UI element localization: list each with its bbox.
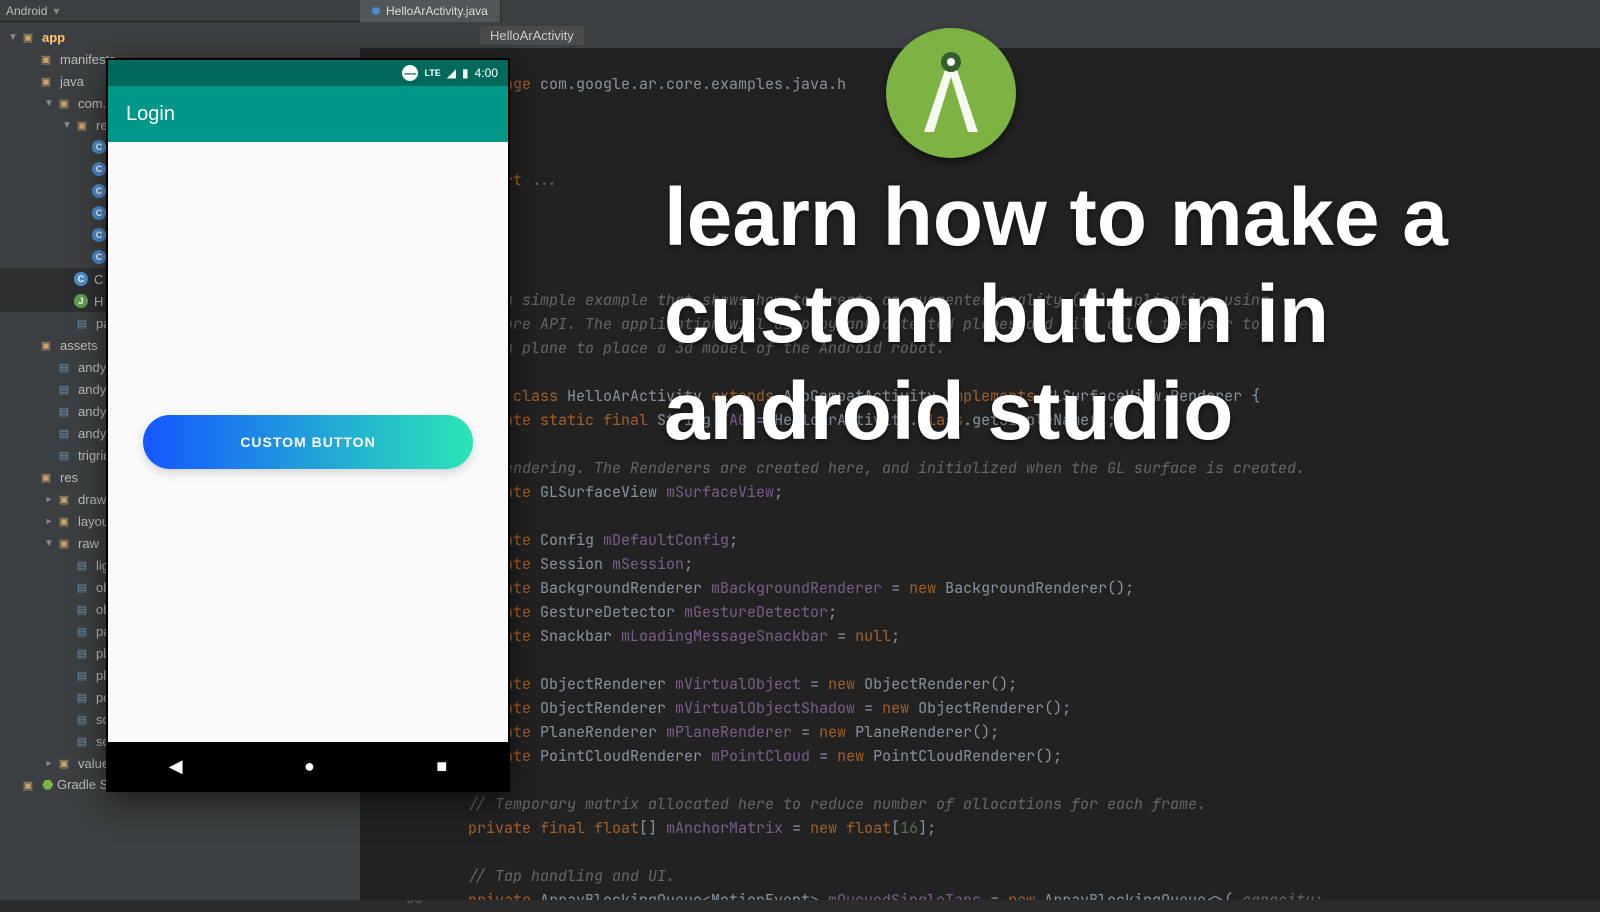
nav-home-icon[interactable]: ● bbox=[304, 756, 315, 777]
dnd-icon: — bbox=[402, 65, 418, 81]
class-icon: C bbox=[92, 206, 106, 220]
file-icon: ▤ bbox=[74, 711, 90, 727]
folder-icon: ▣ bbox=[56, 755, 72, 771]
file-icon: ▤ bbox=[74, 689, 90, 705]
phone-navbar: ◀ ● ■ bbox=[108, 742, 508, 790]
file-icon: ▤ bbox=[74, 645, 90, 661]
file-icon: ▤ bbox=[74, 601, 90, 617]
nav-back-icon[interactable]: ◀ bbox=[169, 756, 183, 777]
folder-icon: ▣ bbox=[56, 535, 72, 551]
status-time: 4:00 bbox=[475, 66, 498, 80]
file-icon: ▤ bbox=[56, 403, 72, 419]
phone-appbar: Login bbox=[108, 86, 508, 142]
class-icon: C bbox=[74, 272, 88, 286]
folder-icon: ▣ bbox=[38, 337, 54, 353]
class-icon: C bbox=[92, 228, 106, 242]
file-icon: ▤ bbox=[74, 667, 90, 683]
folder-icon: ▣ bbox=[56, 95, 72, 111]
signal-icon: ◢ bbox=[447, 66, 456, 80]
editor-tab-label: HelloArActivity.java bbox=[386, 4, 488, 18]
battery-icon: ▮ bbox=[462, 66, 469, 80]
folder-icon: ▣ bbox=[38, 469, 54, 485]
package-stmt: com.google.ar.core.examples.java.h bbox=[540, 74, 846, 94]
file-icon: ▤ bbox=[74, 315, 90, 331]
java-file-icon bbox=[372, 7, 380, 15]
android-studio-logo bbox=[886, 28, 1016, 158]
folder-icon: ▣ bbox=[56, 491, 72, 507]
editor-tabs: HelloArActivity.java bbox=[360, 0, 1600, 22]
folder-icon: ▣ bbox=[74, 117, 90, 133]
class-icon: C bbox=[92, 140, 106, 154]
nav-recent-icon[interactable]: ■ bbox=[436, 756, 447, 777]
java-icon: J bbox=[74, 294, 88, 308]
phone-statusbar: — LTE ◢ ▮ 4:00 bbox=[108, 60, 508, 86]
file-icon: ▤ bbox=[56, 381, 72, 397]
tutorial-headline: learn how to make a custom button in and… bbox=[664, 170, 1524, 460]
project-view-dropdown[interactable]: Android bbox=[6, 4, 47, 18]
file-icon: ▤ bbox=[74, 623, 90, 639]
class-icon: C bbox=[92, 184, 106, 198]
custom-button[interactable]: CUSTOM BUTTON bbox=[143, 415, 473, 469]
file-icon: ▤ bbox=[74, 557, 90, 573]
dropdown-caret-icon: ▾ bbox=[53, 4, 59, 18]
file-icon: ▤ bbox=[74, 579, 90, 595]
lte-icon: LTE bbox=[424, 68, 440, 78]
folder-icon: ▣ bbox=[20, 777, 36, 793]
folder-icon: ▣ bbox=[38, 73, 54, 89]
file-icon: ▤ bbox=[56, 447, 72, 463]
phone-preview: — LTE ◢ ▮ 4:00 Login CUSTOM BUTTON ◀ ● ■ bbox=[108, 60, 508, 790]
editor-tab-helloar[interactable]: HelloArActivity.java bbox=[360, 0, 501, 22]
breadcrumb-class[interactable]: HelloArActivity bbox=[480, 26, 584, 45]
tree-app-root[interactable]: app bbox=[42, 30, 65, 45]
class-icon: C bbox=[92, 162, 106, 176]
file-icon: ▤ bbox=[56, 359, 72, 375]
appbar-title: Login bbox=[126, 103, 175, 126]
folder-icon: ▣ bbox=[56, 513, 72, 529]
folder-icon: ▣ bbox=[38, 51, 54, 67]
file-icon: ▤ bbox=[56, 425, 72, 441]
class-icon: C bbox=[92, 250, 106, 264]
file-icon: ▤ bbox=[74, 733, 90, 749]
